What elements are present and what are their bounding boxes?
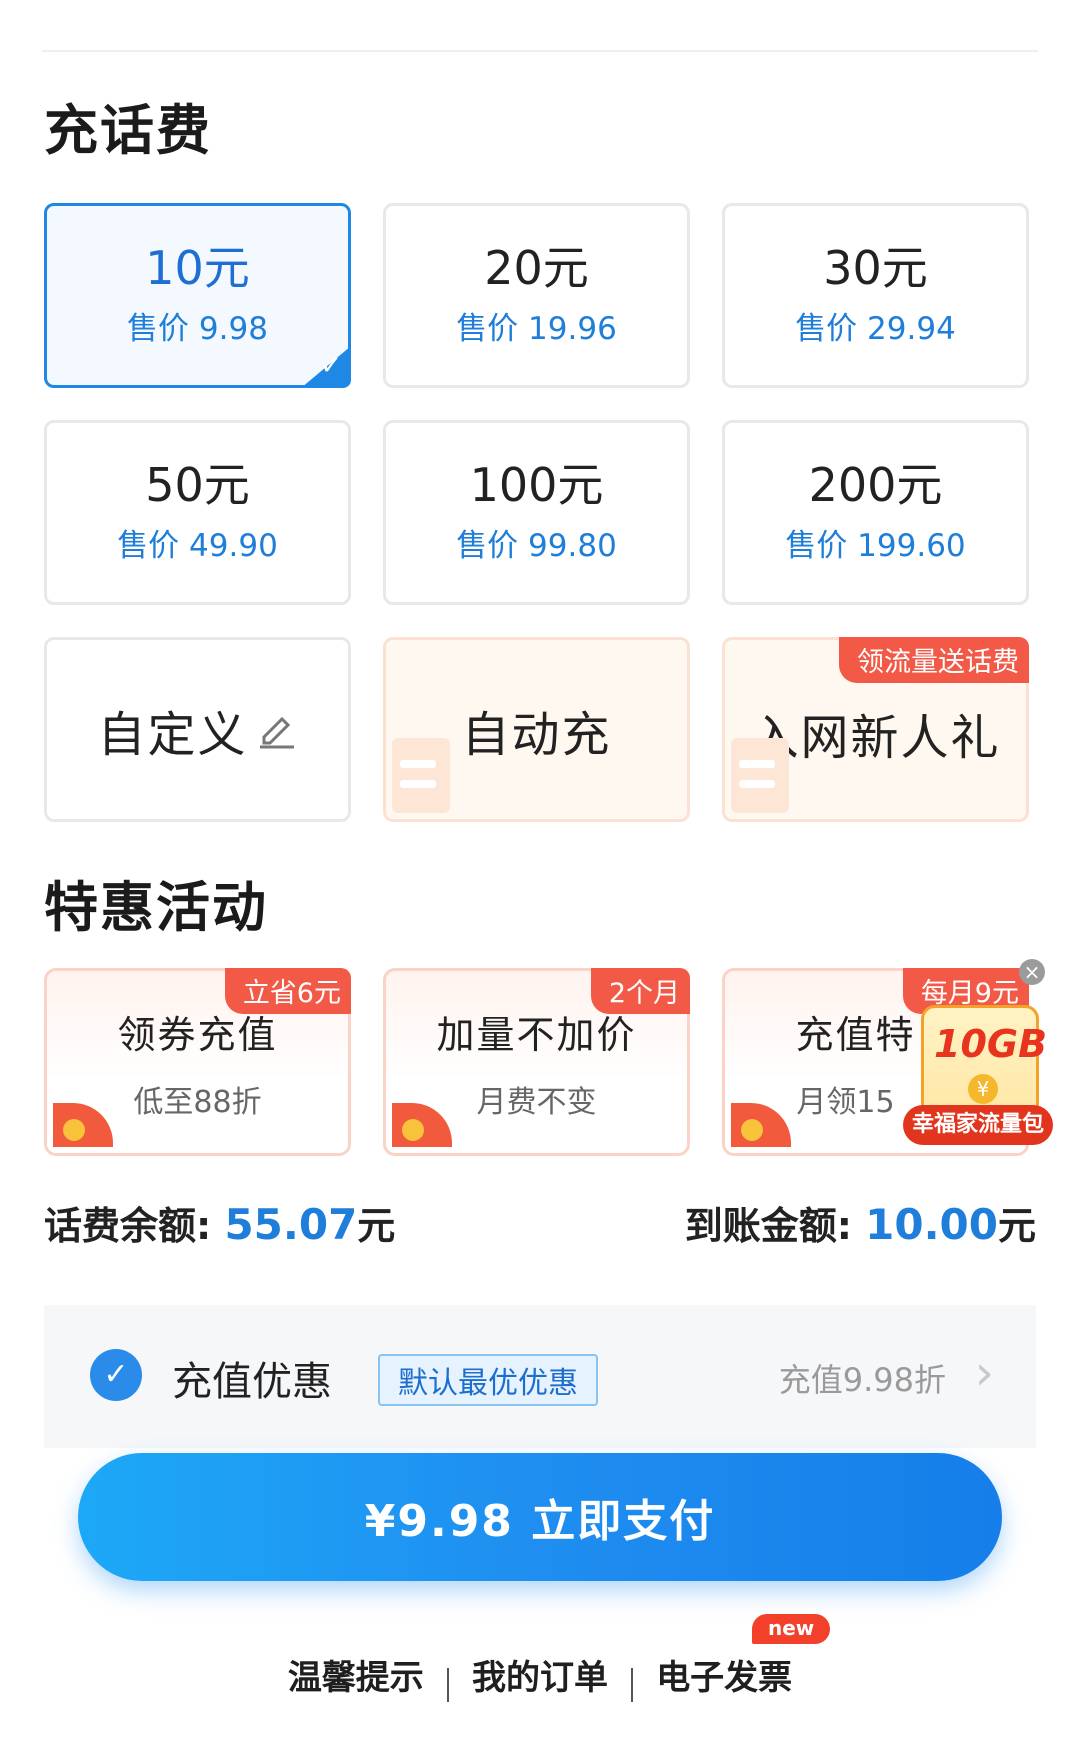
recharge-price: 售价 199.60 [785, 528, 966, 565]
calendar-icon [392, 738, 450, 813]
recharge-option-100[interactable]: 100元 售价 99.80 [383, 420, 690, 605]
footer-links: 温馨提示 我的订单 电子发票 [0, 1650, 1080, 1702]
recharge-price: 售价 19.96 [456, 311, 617, 348]
recharge-option-50[interactable]: 50元 售价 49.90 [44, 420, 351, 605]
promo-subtitle: 月费不变 [476, 1084, 597, 1120]
calendar-icon [731, 738, 789, 813]
new-badge: new [752, 1614, 831, 1644]
arrival-unit: 元 [997, 1204, 1036, 1248]
recharge-amount: 200元 [808, 457, 943, 512]
floating-ad-data-pack[interactable]: × 10GB ¥ 幸福家流量包 [903, 959, 1053, 1165]
recharge-price: 售价 99.80 [456, 528, 617, 565]
divider [446, 1667, 449, 1702]
recharge-option-30[interactable]: 30元 售价 29.94 [722, 203, 1029, 388]
footer-link-invoice[interactable]: 电子发票 [638, 1650, 810, 1699]
promo-title: 充值特 [795, 1012, 916, 1057]
recharge-price: 售价 29.94 [795, 311, 956, 348]
recharge-option-200[interactable]: 200元 售价 199.60 [722, 420, 1029, 605]
pencil-icon [256, 707, 298, 753]
balance-unit: 元 [357, 1204, 396, 1248]
section-title-promotions: 特惠活动 [44, 876, 268, 939]
promo-subtitle: 低至88折 [133, 1084, 262, 1120]
gift-ribbon: 领流量送话费 [839, 637, 1029, 683]
balance-label: 话费余额: [44, 1204, 212, 1248]
recharge-amount: 10元 [145, 240, 250, 295]
ad-card: 10GB ¥ [921, 1005, 1047, 1120]
recharge-price: 售价 49.90 [117, 528, 278, 565]
promo-subtitle: 月领15 [796, 1084, 895, 1120]
discount-row[interactable]: ✓ 充值优惠 默认最优优惠 充值9.98折 › [44, 1305, 1036, 1448]
yuan-coin-icon: ¥ [968, 1074, 998, 1104]
ad-gb-label: 10GB [934, 1022, 1048, 1066]
recharge-amount: 20元 [484, 240, 589, 295]
pay-now-button[interactable]: ¥9.98 立即支付 [78, 1453, 1002, 1581]
recharge-amount: 30元 [823, 240, 928, 295]
checkmark-circle-icon[interactable]: ✓ [90, 1349, 142, 1401]
coin-icon [392, 1103, 452, 1147]
promo-card-bonus[interactable]: 2个月 加量不加价 月费不变 [383, 968, 690, 1156]
top-divider [42, 50, 1038, 52]
section-title-recharge: 充话费 [44, 99, 212, 162]
recharge-option-10[interactable]: 10元 售价 9.98 ✓ [44, 203, 351, 388]
balance-value: 55.07 [224, 1200, 358, 1249]
recharge-price: 售价 9.98 [127, 311, 268, 348]
promo-ribbon: 立省6元 [224, 968, 351, 1014]
ad-banner: 幸福家流量包 [903, 1105, 1053, 1145]
arrival-label: 到账金额: [684, 1204, 852, 1248]
custom-label: 自定义 [97, 706, 248, 763]
custom-amount-button[interactable]: 自定义 [44, 637, 351, 822]
coin-icon [53, 1103, 113, 1147]
default-best-tag: 默认最优优惠 [378, 1354, 598, 1406]
promo-ribbon: 2个月 [590, 968, 690, 1014]
promo-card-coupon[interactable]: 立省6元 领券充值 低至88折 [44, 968, 351, 1156]
arrival-value: 10.00 [865, 1200, 998, 1249]
arrival-amount: 到账金额: 10.00元 [685, 1195, 1036, 1250]
coin-icon [731, 1103, 791, 1147]
discount-title: 充值优惠 [172, 1359, 332, 1405]
recharge-amount: 100元 [469, 457, 604, 512]
check-icon: ✓ [320, 351, 342, 381]
auto-label: 自动充 [461, 706, 612, 763]
phone-balance: 话费余额: 55.07元 [44, 1195, 395, 1250]
auto-recharge-button[interactable]: 自动充 [383, 637, 690, 822]
new-user-gift-button[interactable]: 领流量送话费 入网新人礼 [722, 637, 1029, 822]
footer-link-orders[interactable]: 我的订单 [454, 1650, 626, 1699]
discount-detail: 充值9.98折 [778, 1361, 946, 1399]
chevron-right-icon: › [974, 1345, 994, 1401]
footer-link-tips[interactable]: 温馨提示 [270, 1650, 442, 1699]
divider [631, 1667, 634, 1702]
close-icon[interactable]: × [1019, 959, 1045, 985]
recharge-option-20[interactable]: 20元 售价 19.96 [383, 203, 690, 388]
recharge-amount: 50元 [145, 457, 250, 512]
